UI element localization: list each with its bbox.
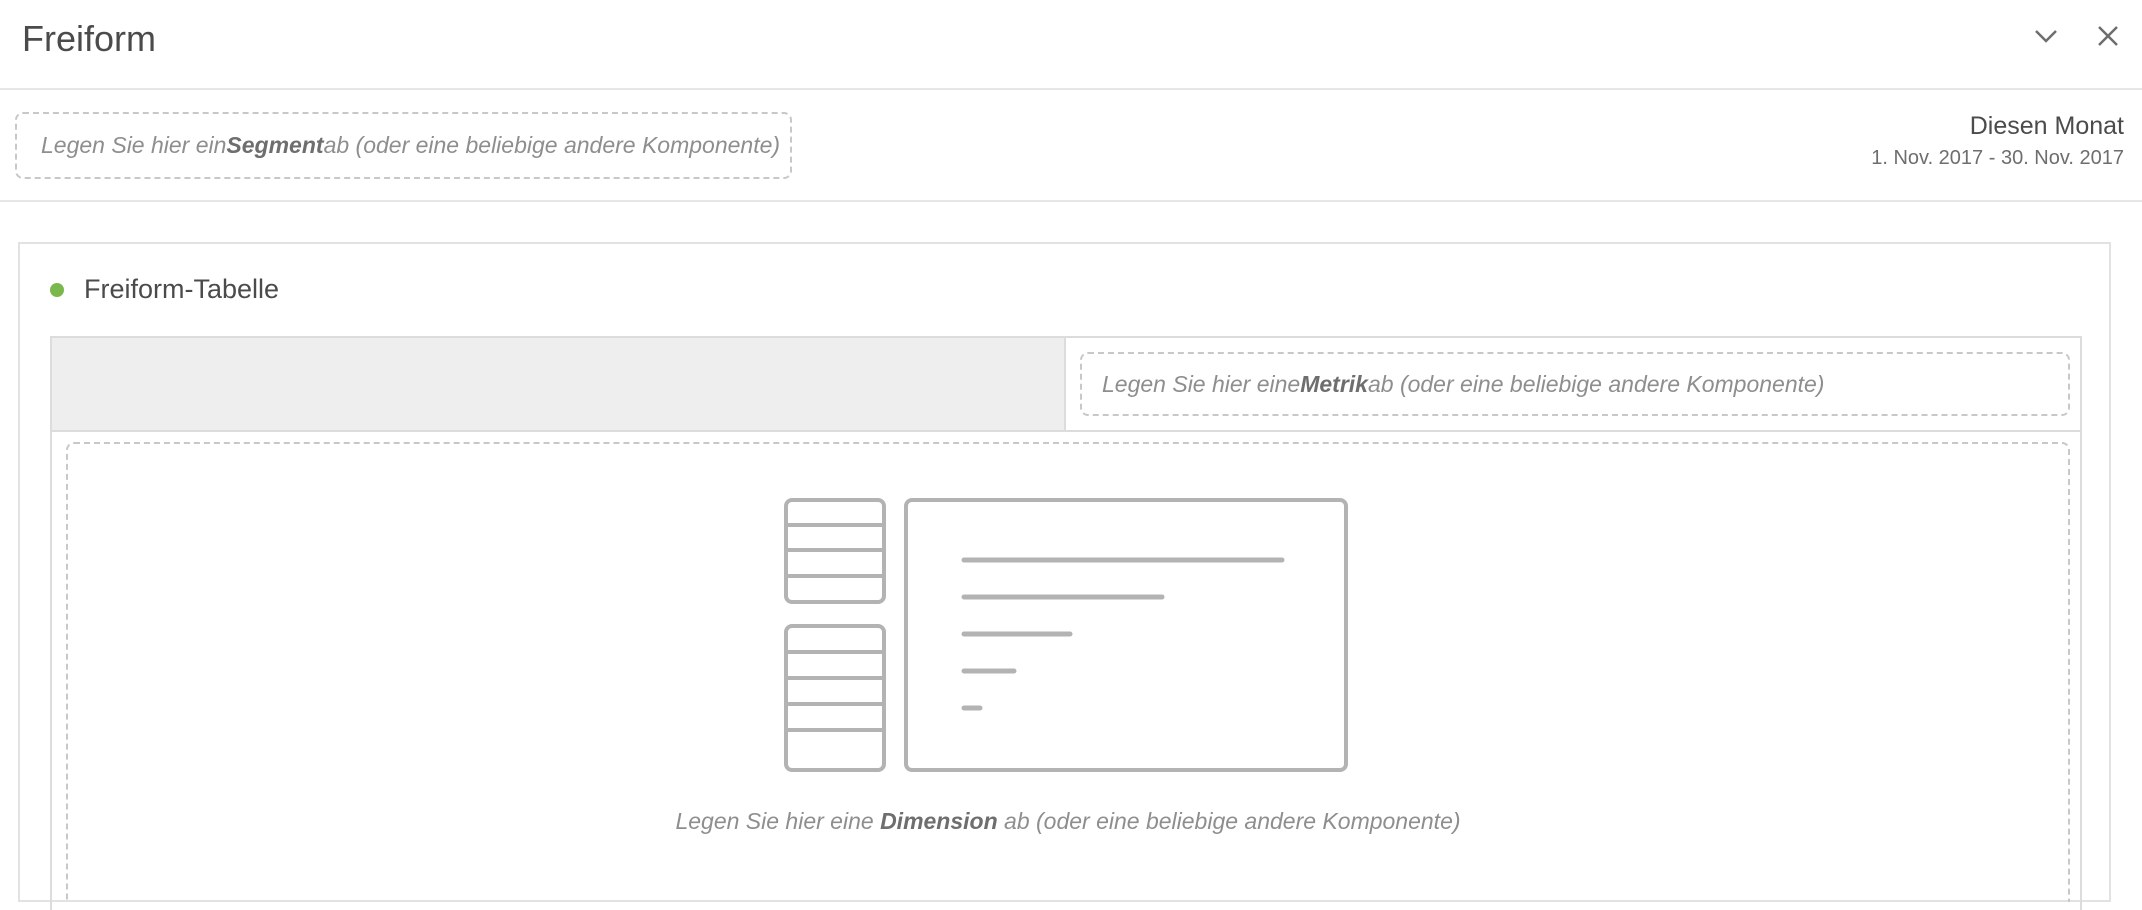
status-dot-icon: [50, 282, 64, 297]
dimension-drop-zone[interactable]: Legen Sie hier eine Dimension ab (oder e…: [66, 442, 2070, 902]
table-body: Legen Sie hier eine Dimension ab (oder e…: [50, 430, 2082, 910]
table-header-dimension-cell: [52, 338, 1066, 430]
close-icon[interactable]: [2092, 20, 2124, 52]
segment-bar: Legen Sie hier ein Segment ab (oder eine…: [0, 90, 2142, 202]
visualization-title: Freiform-Tabelle: [50, 274, 279, 305]
date-range[interactable]: Diesen Monat 1. Nov. 2017 - 30. Nov. 201…: [1871, 112, 2124, 170]
segment-drop-suffix: ab (oder eine beliebige andere Komponent…: [323, 132, 781, 158]
segment-drop-strong: Segment: [226, 132, 324, 158]
date-range-dates: 1. Nov. 2017 - 30. Nov. 2017: [1871, 147, 2124, 169]
dimension-drop-strong: Dimension: [880, 808, 998, 834]
visualization-title-text[interactable]: Freiform-Tabelle: [84, 274, 279, 305]
segment-drop-prefix: Legen Sie hier ein: [41, 132, 227, 158]
metric-drop-zone[interactable]: Legen Sie hier eine Metrik ab (oder eine…: [1080, 352, 2070, 416]
panel-header-title: Freiform: [22, 18, 156, 59]
metric-drop-strong: Metrik: [1300, 370, 1368, 397]
dimension-drop-text: Legen Sie hier eine Dimension ab (oder e…: [68, 808, 2068, 835]
metric-drop-suffix: ab (oder eine beliebige andere Komponent…: [1367, 370, 1825, 397]
table-header: Legen Sie hier eine Metrik ab (oder eine…: [50, 336, 2082, 432]
segment-drop-zone[interactable]: Legen Sie hier ein Segment ab (oder eine…: [15, 112, 792, 179]
dimension-drop-prefix: Legen Sie hier eine: [675, 808, 881, 834]
date-range-label: Diesen Monat: [1969, 112, 2124, 140]
freeform-table-panel: Freiform-Tabelle Legen Sie hier eine Met…: [18, 242, 2111, 910]
freeform-table-placeholder-icon: [784, 498, 1354, 779]
metric-drop-prefix: Legen Sie hier eine: [1102, 370, 1301, 397]
chevron-down-icon[interactable]: [2030, 20, 2062, 52]
dimension-drop-suffix: ab (oder eine beliebige andere Komponent…: [997, 808, 1461, 834]
header-actions: [2030, 20, 2124, 52]
panel-header: Freiform: [0, 0, 2142, 90]
